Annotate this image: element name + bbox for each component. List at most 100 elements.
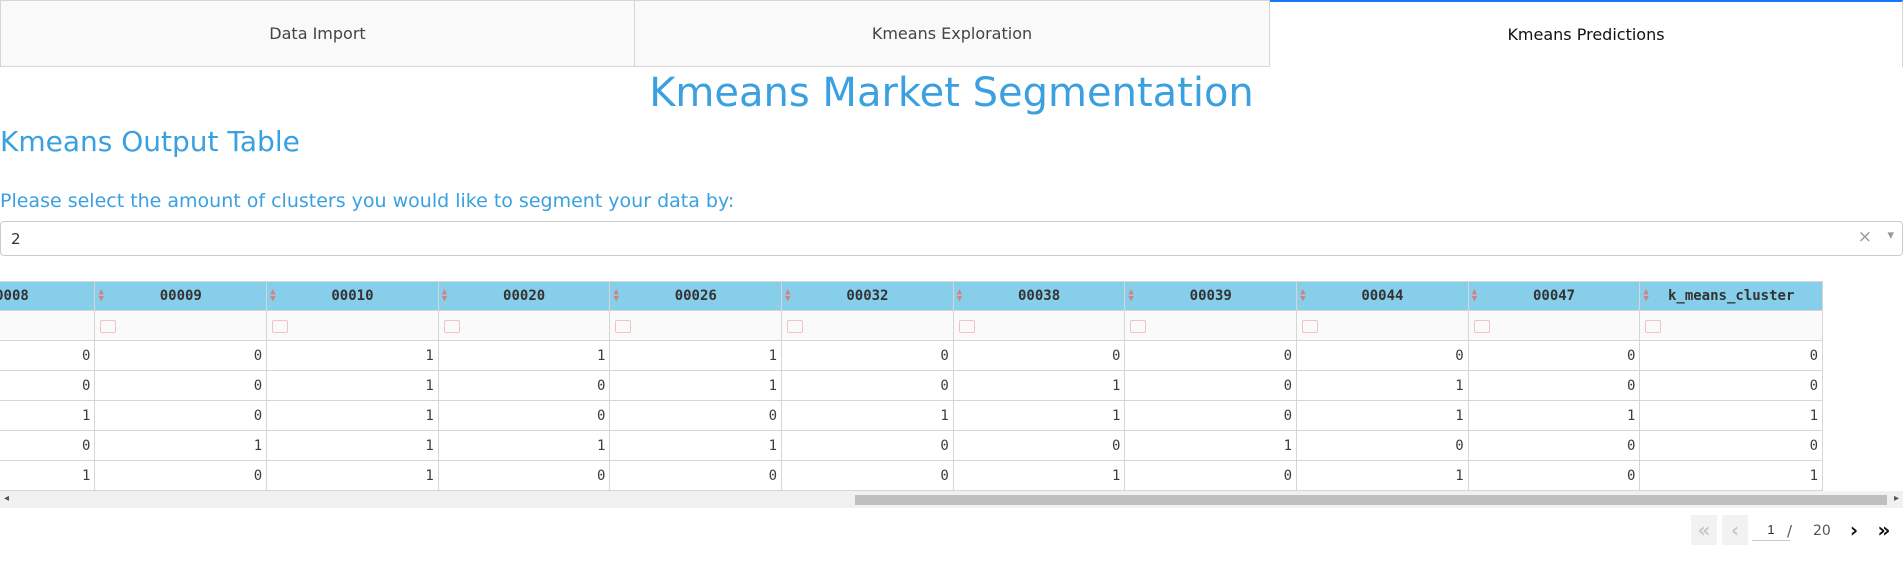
table-cell[interactable]: 0: [1467, 430, 1641, 461]
current-page-input[interactable]: [1752, 519, 1790, 541]
sort-icon[interactable]: ▲ ▼: [98, 288, 103, 304]
filter-input[interactable]: [100, 320, 117, 333]
tab-kmeans-predictions[interactable]: Kmeans Predictions: [1270, 0, 1903, 67]
sort-icon[interactable]: ▲ ▼: [613, 288, 618, 304]
first-page-button[interactable]: «: [1691, 515, 1717, 545]
scroll-left-icon[interactable]: ◂: [4, 493, 9, 504]
table-cell[interactable]: 1: [1639, 460, 1823, 491]
sort-icon[interactable]: ▲ ▼: [270, 288, 275, 304]
table-cell[interactable]: 0: [94, 370, 268, 401]
table-cell[interactable]: 0: [1296, 340, 1469, 371]
column-header[interactable]: ▲ ▼ 00009: [94, 281, 268, 311]
column-filter-cell[interactable]: [952, 310, 1126, 341]
sort-icon[interactable]: ▲ ▼: [1128, 288, 1133, 304]
table-cell[interactable]: 1: [1467, 400, 1641, 431]
column-filter-cell[interactable]: [266, 310, 439, 341]
filter-input[interactable]: [443, 320, 460, 333]
table-cell[interactable]: 0: [609, 400, 783, 431]
table-cell[interactable]: 1: [1296, 370, 1469, 401]
table-cell[interactable]: 0: [781, 430, 954, 461]
table-cell[interactable]: 0: [0, 340, 96, 371]
table-cell[interactable]: 0: [1124, 370, 1298, 401]
column-header[interactable]: ▲ ▼ k_means_cluster: [1639, 281, 1823, 311]
filter-input[interactable]: [1645, 320, 1662, 333]
filter-input[interactable]: [1473, 320, 1490, 333]
table-cell[interactable]: 0: [0, 430, 96, 461]
table-cell[interactable]: 0: [437, 400, 611, 431]
table-cell[interactable]: 0: [1639, 370, 1823, 401]
clear-icon[interactable]: ×: [1858, 227, 1872, 247]
sort-icon[interactable]: ▲ ▼: [1643, 288, 1648, 304]
column-header[interactable]: ▲ ▼ 00039: [1124, 281, 1298, 311]
sort-icon[interactable]: ▲ ▼: [1472, 288, 1477, 304]
table-cell[interactable]: 0: [94, 460, 268, 491]
table-cell[interactable]: 0: [1639, 430, 1823, 461]
table-cell[interactable]: 1: [266, 460, 439, 491]
table-cell[interactable]: 1: [266, 340, 439, 371]
table-cell[interactable]: 1: [609, 370, 783, 401]
table-cell[interactable]: 1: [609, 430, 783, 461]
sort-icon[interactable]: ▲ ▼: [1300, 288, 1305, 304]
filter-input[interactable]: [1302, 320, 1319, 333]
tab-kmeans-exploration[interactable]: Kmeans Exploration: [635, 0, 1270, 67]
table-cell[interactable]: 0: [1124, 460, 1298, 491]
column-filter-cell[interactable]: [1124, 310, 1298, 341]
table-cell[interactable]: 1: [952, 370, 1126, 401]
table-cell[interactable]: 1: [1296, 460, 1469, 491]
table-cell[interactable]: 0: [0, 370, 96, 401]
table-cell[interactable]: 0: [1124, 400, 1298, 431]
column-filter-cell[interactable]: [1467, 310, 1641, 341]
chevron-down-icon[interactable]: ▾: [1887, 228, 1894, 243]
table-cell[interactable]: 0: [781, 460, 954, 491]
scrollbar-thumb[interactable]: [855, 495, 1887, 505]
table-cell[interactable]: 1: [609, 340, 783, 371]
column-header[interactable]: ▲ ▼ 00026: [609, 281, 783, 311]
column-filter-cell[interactable]: [437, 310, 611, 341]
table-cell[interactable]: 1: [1639, 400, 1823, 431]
column-filter-cell[interactable]: [0, 310, 96, 341]
table-cell[interactable]: 1: [437, 430, 611, 461]
table-cell[interactable]: 1: [1296, 400, 1469, 431]
next-page-button[interactable]: ›: [1841, 515, 1867, 545]
column-header[interactable]: ▲▼00008: [0, 281, 96, 311]
column-header[interactable]: ▲ ▼ 00020: [437, 281, 611, 311]
column-header[interactable]: ▲ ▼ 00010: [266, 281, 439, 311]
table-cell[interactable]: 1: [781, 400, 954, 431]
column-filter-cell[interactable]: [1639, 310, 1823, 341]
filter-input[interactable]: [615, 320, 632, 333]
table-cell[interactable]: 0: [437, 370, 611, 401]
column-header[interactable]: ▲ ▼ 00038: [952, 281, 1126, 311]
table-cell[interactable]: 0: [609, 460, 783, 491]
table-cell[interactable]: 0: [1467, 370, 1641, 401]
table-cell[interactable]: 0: [1296, 430, 1469, 461]
table-cell[interactable]: 0: [94, 400, 268, 431]
table-cell[interactable]: 0: [952, 430, 1126, 461]
horizontal-scrollbar[interactable]: ◂ ▸: [0, 491, 1903, 508]
table-cell[interactable]: 1: [952, 400, 1126, 431]
tab-data-import[interactable]: Data Import: [0, 0, 635, 67]
table-cell[interactable]: 1: [0, 400, 96, 431]
sort-icon[interactable]: ▲ ▼: [785, 288, 790, 304]
table-cell[interactable]: 0: [952, 340, 1126, 371]
column-filter-cell[interactable]: [609, 310, 783, 341]
table-cell[interactable]: 1: [266, 370, 439, 401]
sort-icon[interactable]: ▲ ▼: [957, 288, 962, 304]
scroll-right-icon[interactable]: ▸: [1894, 493, 1899, 504]
table-cell[interactable]: 0: [781, 370, 954, 401]
table-cell[interactable]: 0: [94, 340, 268, 371]
table-cell[interactable]: 1: [952, 460, 1126, 491]
table-cell[interactable]: 0: [1467, 340, 1641, 371]
column-filter-cell[interactable]: [1296, 310, 1469, 341]
filter-input[interactable]: [272, 320, 289, 333]
table-cell[interactable]: 0: [437, 460, 611, 491]
filter-input[interactable]: [958, 320, 975, 333]
column-filter-cell[interactable]: [94, 310, 268, 341]
table-cell[interactable]: 1: [0, 460, 96, 491]
column-header[interactable]: ▲ ▼ 00032: [781, 281, 954, 311]
table-cell[interactable]: 1: [266, 400, 439, 431]
table-cell[interactable]: 0: [1467, 460, 1641, 491]
previous-page-button[interactable]: ‹: [1722, 515, 1748, 545]
sort-icon[interactable]: ▲ ▼: [442, 288, 447, 304]
last-page-button[interactable]: »: [1871, 515, 1897, 545]
table-cell[interactable]: 1: [266, 430, 439, 461]
